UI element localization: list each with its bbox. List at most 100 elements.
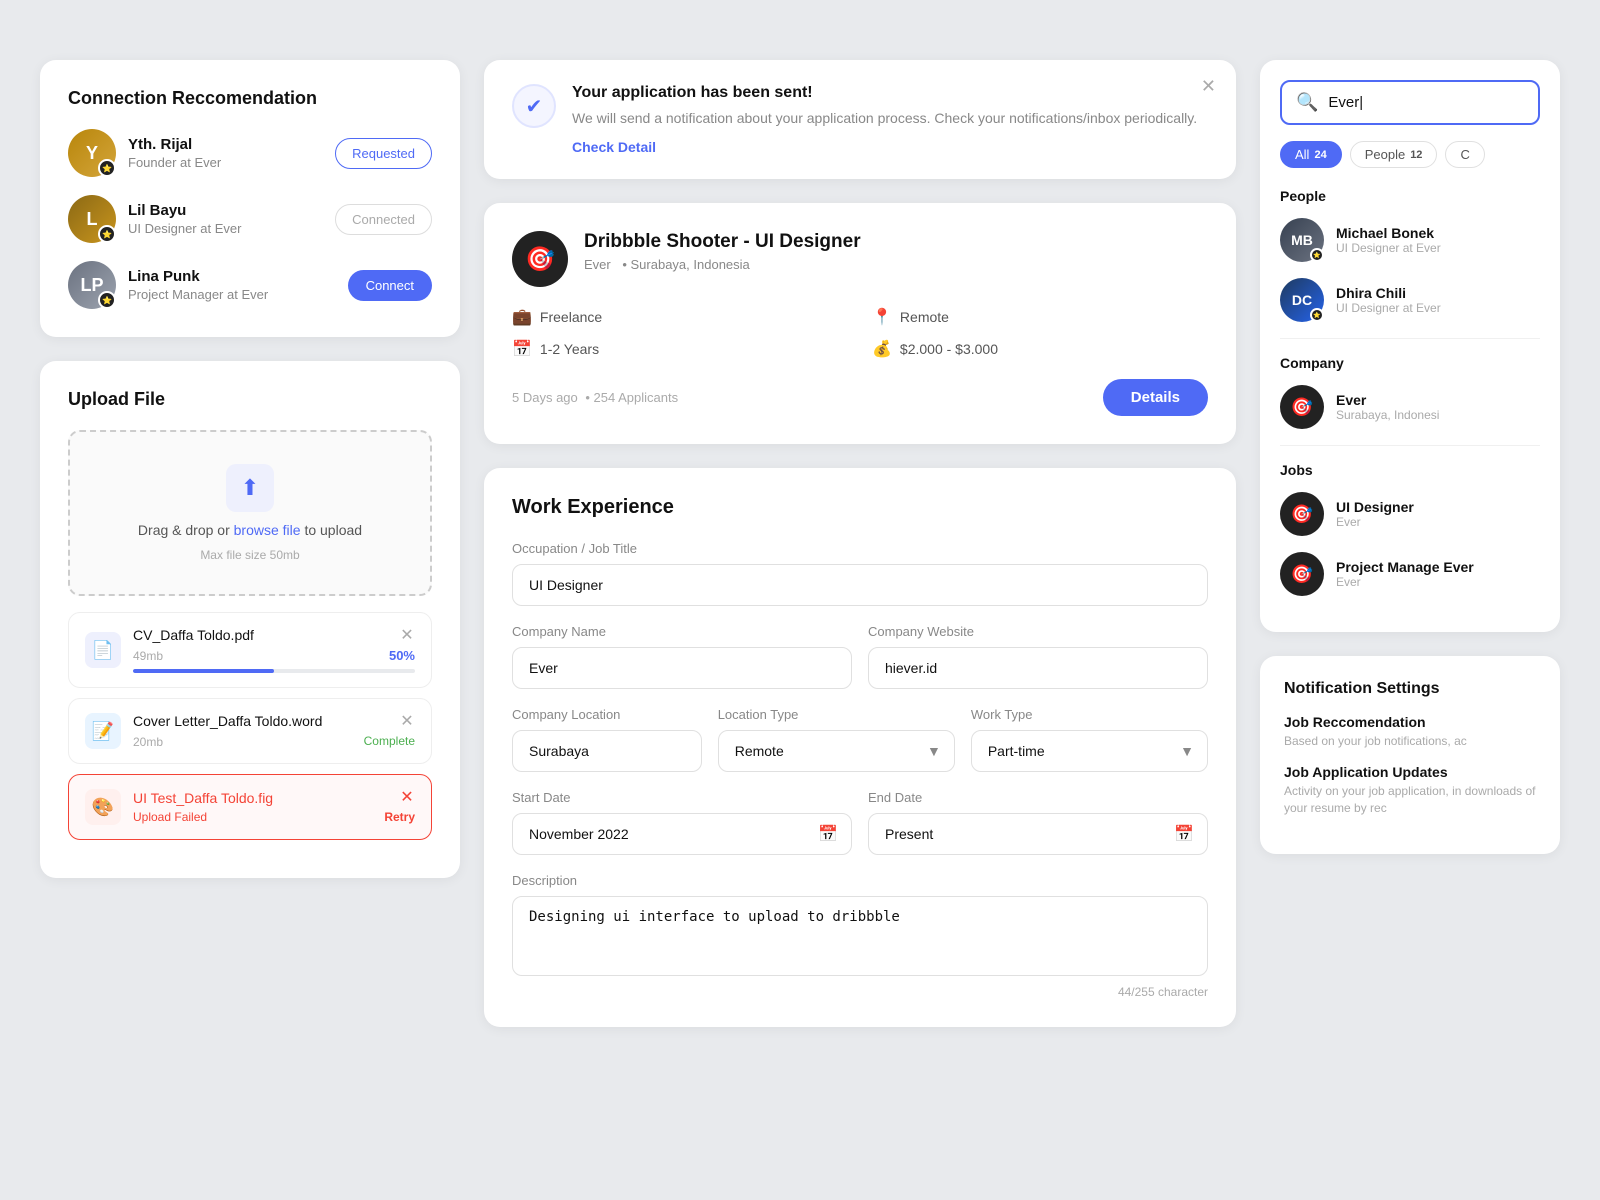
divider-1	[1280, 338, 1540, 339]
dropzone[interactable]: ⬆ Drag & drop or browse file to upload M…	[68, 430, 432, 596]
conn-info-2: Lil Bayu UI Designer at Ever	[128, 202, 323, 236]
divider-2	[1280, 445, 1540, 446]
work-type-label: Work Type	[971, 707, 1208, 722]
location-type-select[interactable]: Remote On-site Hybrid	[718, 730, 955, 772]
briefcase-icon: 💼	[512, 307, 532, 327]
conn-info-3: Lina Punk Project Manager at Ever	[128, 268, 336, 302]
connection-item-2: L ⭐ Lil Bayu UI Designer at Ever Connect…	[68, 195, 432, 243]
company-location-input[interactable]	[512, 730, 702, 772]
search-job-ui-designer[interactable]: 🎯 UI Designer Ever	[1280, 492, 1540, 536]
job-detail-type: 💼 Freelance	[512, 307, 848, 327]
progress-bar-1	[133, 669, 415, 673]
job-location: Surabaya, Indonesia	[631, 257, 750, 272]
company-section-title: Company	[1280, 355, 1540, 371]
banner-link[interactable]: Check Detail	[572, 139, 1208, 155]
filter-tab-people[interactable]: People 12	[1350, 141, 1438, 168]
occupation-input[interactable]	[512, 564, 1208, 606]
search-result-michael[interactable]: MB ⭐ Michael Bonek UI Designer at Ever	[1280, 218, 1540, 262]
file-info-2: Cover Letter_Daffa Toldo.word 20mb Compl…	[133, 713, 415, 749]
connect-button-3[interactable]: Connect	[348, 270, 432, 301]
filter-all-count: 24	[1314, 149, 1326, 161]
start-date-input[interactable]	[512, 813, 852, 855]
search-result-dhira[interactable]: DC ⭐ Dhira Chili UI Designer at Ever	[1280, 278, 1540, 322]
work-type-group: Work Type Part-time Full-time Contract ▼	[971, 707, 1208, 772]
search-job-project-manage[interactable]: 🎯 Project Manage Ever Ever	[1280, 552, 1540, 596]
job2-logo: 🎯	[1280, 552, 1324, 596]
connection-item-1: Y ⭐ Yth. Rijal Founder at Ever Requested	[68, 129, 432, 177]
job-salary-label: $2.000 - $3.000	[900, 341, 998, 357]
filter-people-label: People	[1365, 147, 1405, 162]
company-name-group: Company Name	[512, 624, 852, 707]
job-details-button[interactable]: Details	[1103, 379, 1208, 416]
job-header: 🎯 Dribbble Shooter - UI Designer Ever • …	[512, 231, 1208, 287]
company-name-input[interactable]	[512, 647, 852, 689]
location-type-group: Location Type Remote On-site Hybrid ▼	[718, 707, 955, 772]
search-badge-michael: ⭐	[1310, 248, 1324, 262]
job-title-area: Dribbble Shooter - UI Designer Ever • Su…	[584, 231, 1208, 272]
banner-text: We will send a notification about your a…	[572, 108, 1208, 129]
filter-people-count: 12	[1410, 149, 1422, 161]
requested-button-1[interactable]: Requested	[335, 138, 432, 169]
end-date-calendar-icon[interactable]: 📅	[1174, 824, 1194, 844]
notification-settings-card: Notification Settings Job Reccomendation…	[1260, 656, 1560, 854]
file-name-2: Cover Letter_Daffa Toldo.word	[133, 713, 415, 729]
connection-item-3: LP ⭐ Lina Punk Project Manager at Ever C…	[68, 261, 432, 309]
ever-company-logo: 🎯	[1280, 385, 1324, 429]
search-info-dhira: Dhira Chili UI Designer at Ever	[1336, 285, 1441, 315]
search-result-ever[interactable]: 🎯 Ever Surabaya, Indonesi	[1280, 385, 1540, 429]
connected-button-2[interactable]: Connected	[335, 204, 432, 235]
search-bar[interactable]: 🔍	[1280, 80, 1540, 125]
start-date-group: Start Date 📅	[512, 790, 852, 855]
file-size-1: 49mb	[133, 649, 163, 663]
job-remote-label: Remote	[900, 309, 949, 325]
retry-button[interactable]: Retry	[384, 810, 415, 824]
upload-icon: ⬆	[226, 464, 274, 512]
work-type-select[interactable]: Part-time Full-time Contract	[971, 730, 1208, 772]
file-close-3[interactable]: ✕	[397, 787, 417, 807]
calendar-icon: 📅	[512, 339, 532, 359]
company-location-label: Company Location	[512, 707, 702, 722]
description-label: Description	[512, 873, 1208, 888]
work-experience-card: Work Experience Occupation / Job Title C…	[484, 468, 1236, 1027]
conn-role-1: Founder at Ever	[128, 155, 323, 170]
file-close-2[interactable]: ✕	[397, 711, 417, 731]
start-date-calendar-icon[interactable]: 📅	[818, 824, 838, 844]
start-date-label: Start Date	[512, 790, 852, 805]
filter-tab-c[interactable]: C	[1445, 141, 1484, 168]
search-panel: 🔍 All 24 People 12 C People	[1260, 60, 1560, 632]
ever-company-name: Ever	[1336, 392, 1439, 408]
job-detail-remote: 📍 Remote	[872, 307, 1208, 327]
file-item-2: 📝 Cover Letter_Daffa Toldo.word 20mb Com…	[68, 698, 432, 764]
search-info-michael: Michael Bonek UI Designer at Ever	[1336, 225, 1441, 255]
job-posted-time: 5 Days ago	[512, 390, 578, 405]
location-icon: 📍	[872, 307, 892, 327]
end-date-input[interactable]	[868, 813, 1208, 855]
conn-role-2: UI Designer at Ever	[128, 221, 323, 236]
search-input[interactable]	[1328, 94, 1527, 111]
description-textarea[interactable]: Designing ui interface to upload to drib…	[512, 896, 1208, 976]
banner-close-button[interactable]: ✕	[1201, 76, 1216, 97]
browse-link[interactable]: browse file	[234, 522, 301, 538]
company-name-label: Company Name	[512, 624, 852, 639]
file-status-2: Complete	[364, 734, 415, 748]
filter-tab-all[interactable]: All 24	[1280, 141, 1342, 168]
job1-logo: 🎯	[1280, 492, 1324, 536]
salary-icon: 💰	[872, 339, 892, 359]
job-footer-info: 5 Days ago • 254 Applicants	[512, 390, 682, 405]
conn-info-1: Yth. Rijal Founder at Ever	[128, 136, 323, 170]
company-website-input[interactable]	[868, 647, 1208, 689]
job-title: Dribbble Shooter - UI Designer	[584, 231, 1208, 253]
notif-job-rec-title: Job Reccomendation	[1284, 714, 1536, 730]
file-icon-word: 📝	[85, 713, 121, 749]
people-section-title: People	[1280, 188, 1540, 204]
conn-name-1: Yth. Rijal	[128, 136, 323, 153]
occupation-label: Occupation / Job Title	[512, 541, 1208, 556]
file-size-2: 20mb	[133, 735, 163, 749]
avatar-wrap-2: L ⭐	[68, 195, 116, 243]
search-badge-dhira: ⭐	[1310, 308, 1324, 322]
avatar-badge-2: ⭐	[98, 225, 116, 243]
file-close-1[interactable]: ✕	[397, 625, 417, 645]
ever-company-loc: Surabaya, Indonesi	[1336, 408, 1439, 422]
search-name-michael: Michael Bonek	[1336, 225, 1441, 241]
banner-check-icon: ✔	[512, 84, 556, 128]
